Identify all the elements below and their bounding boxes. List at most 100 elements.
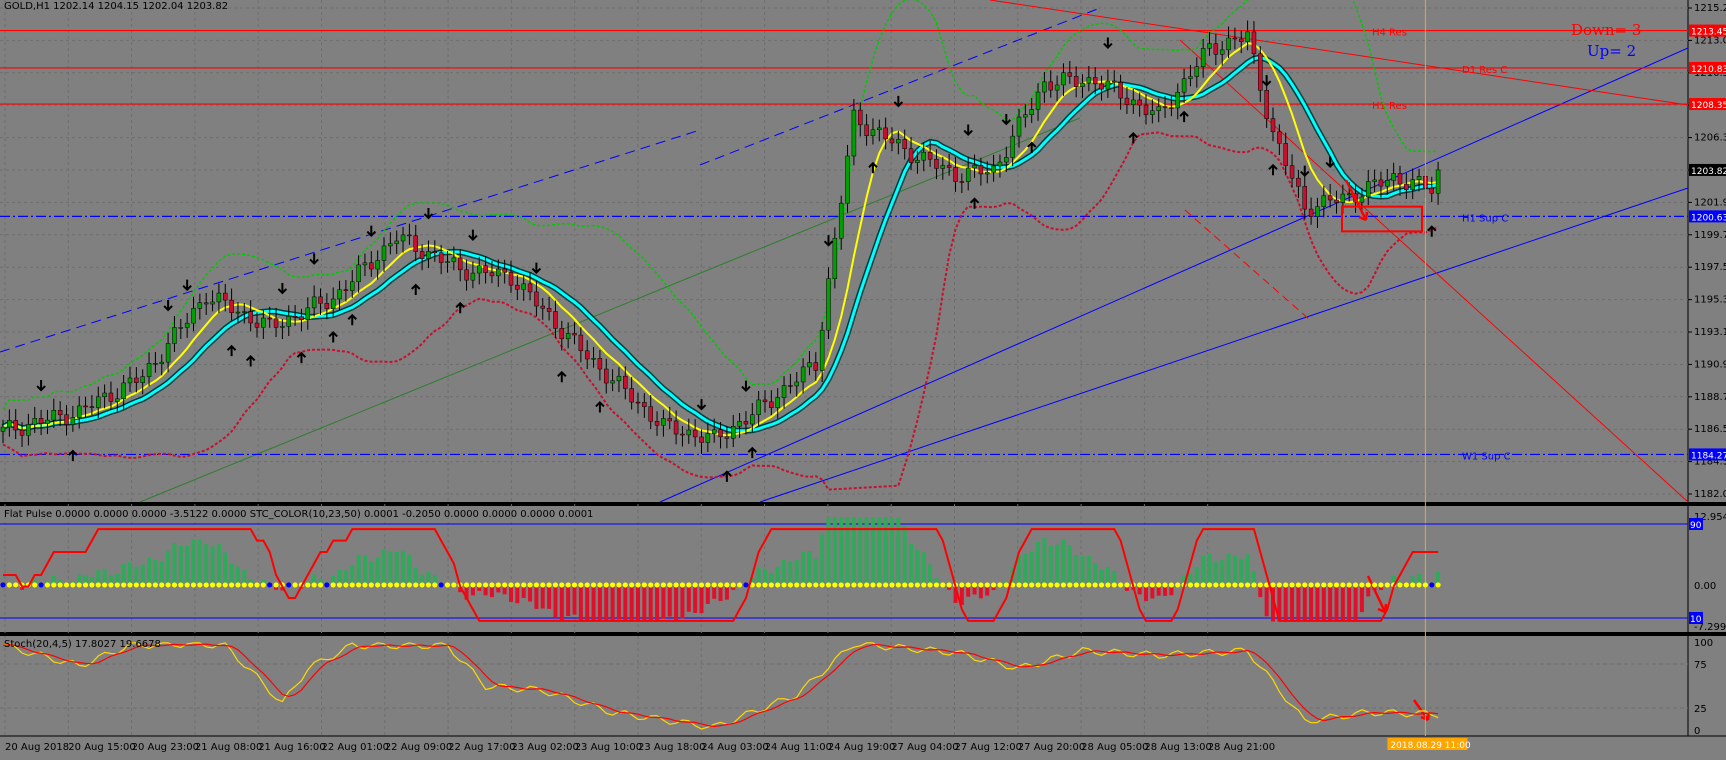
candle: [1137, 99, 1142, 106]
candle: [311, 296, 317, 309]
arrow-down-icon: [893, 95, 904, 108]
candle: [273, 318, 279, 328]
pulse-bar: [1220, 559, 1225, 585]
pulse-bar: [1201, 555, 1206, 585]
candle: [1061, 72, 1066, 86]
candle: [457, 257, 463, 271]
candle: [1131, 99, 1136, 105]
level-price-label: 1210.83: [1691, 65, 1726, 75]
ind1-tick-label: 90: [1690, 521, 1702, 531]
candle: [1004, 157, 1009, 163]
candle: [667, 418, 672, 422]
candle: [254, 322, 260, 328]
panel-separator: [0, 632, 1726, 636]
candle: [845, 155, 850, 204]
flat-dot: [844, 582, 851, 588]
candle: [800, 366, 806, 383]
flat-dot: [1098, 582, 1105, 588]
flat-dot: [1086, 582, 1092, 588]
flat-dot: [362, 582, 368, 588]
candle: [953, 167, 958, 182]
flat-dot: [616, 582, 622, 588]
arrow-up-icon: [595, 401, 605, 413]
candle: [470, 272, 476, 281]
flat-dot: [1245, 582, 1251, 588]
candle: [464, 269, 469, 281]
indicator2-header: Stoch(20,4,5) 17.8027 19.6678: [4, 639, 161, 650]
pulse-bar: [191, 539, 196, 585]
flat-dot: [902, 582, 908, 588]
candle: [76, 405, 82, 418]
flat-dot: [578, 582, 584, 588]
x-tick-label: 24 Aug 19:00: [828, 742, 895, 753]
candle: [959, 181, 965, 183]
candle: [216, 292, 222, 303]
pulse-bar: [1029, 551, 1034, 585]
pulse-bar: [388, 550, 393, 585]
candle: [642, 402, 647, 407]
candle: [1264, 90, 1269, 119]
flat-dot: [114, 582, 120, 588]
flat-dot: [311, 582, 317, 588]
flat-dot: [1156, 582, 1162, 588]
level-label: D1 Res C: [1462, 65, 1507, 76]
pulse-bar: [604, 584, 609, 622]
flat-dot: [1149, 582, 1155, 588]
arrow-down-icon: [823, 235, 834, 247]
pulse-bar: [1321, 584, 1326, 622]
flat-dot: [1397, 582, 1403, 588]
flat-dot: [768, 582, 774, 588]
candle: [826, 278, 831, 331]
flat-dot: [102, 582, 108, 588]
candle: [432, 251, 438, 253]
flat-dot: [140, 582, 146, 588]
flat-dot: [635, 582, 641, 588]
pulse-bar: [1074, 555, 1079, 585]
flat-dot: [1327, 582, 1333, 588]
candle: [870, 129, 876, 136]
x-tick-label: 21 Aug 16:00: [258, 742, 325, 753]
flat-dot: [32, 582, 38, 588]
stoch-tick-label: 100: [1694, 638, 1713, 649]
candle: [1054, 84, 1060, 91]
candle: [877, 127, 882, 131]
candle: [769, 401, 774, 408]
candle: [991, 165, 996, 173]
candle: [896, 139, 901, 144]
flat-dot: [44, 582, 51, 588]
candle: [267, 317, 272, 320]
pulse-bar: [597, 584, 602, 622]
candle: [838, 202, 844, 239]
candle: [743, 421, 749, 425]
flat-dot: [121, 582, 127, 588]
y-tick-label: 1190.90: [1694, 359, 1726, 370]
flat-dot: [495, 582, 501, 588]
flat-dot: [933, 582, 940, 588]
flat-dot: [540, 582, 546, 588]
candle: [915, 159, 920, 163]
flat-dot: [317, 582, 324, 588]
candle: [1207, 43, 1212, 49]
candle: [248, 311, 253, 324]
flat-dot: [216, 582, 222, 588]
flat-dot: [1302, 582, 1308, 588]
candle: [13, 420, 18, 431]
candle: [946, 165, 952, 168]
flat-dot: [889, 582, 895, 588]
pulse-bar: [1213, 561, 1218, 585]
flat-dot: [730, 582, 736, 588]
flat-dot: [1092, 582, 1098, 588]
flat-dot: [349, 582, 355, 588]
trading-chart[interactable]: 1215.251213.001210.551208.101206.351203.…: [0, 0, 1726, 760]
pulse-bar: [629, 584, 634, 622]
arrow-down-icon: [277, 282, 288, 295]
pulse-bar: [655, 584, 660, 622]
candle: [584, 350, 590, 360]
candle: [565, 333, 571, 340]
flat-dot: [1372, 582, 1378, 588]
candle: [1258, 53, 1263, 91]
candle: [477, 265, 482, 274]
candle: [1410, 179, 1415, 190]
x-tick-label: 22 Aug 01:00: [322, 742, 389, 753]
candle: [711, 429, 717, 434]
